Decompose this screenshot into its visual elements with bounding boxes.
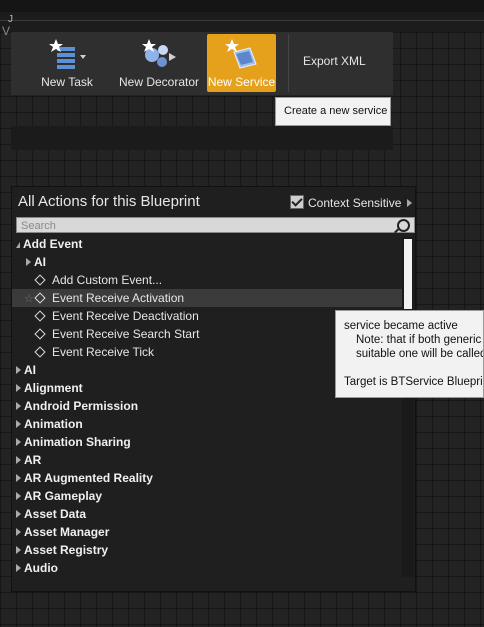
expand-right-icon[interactable] <box>26 258 31 266</box>
context-sensitive-toggle[interactable]: Context Sensitive <box>290 195 413 210</box>
search-box <box>16 217 415 233</box>
search-icon[interactable] <box>397 219 410 232</box>
expand-down-icon[interactable] <box>16 242 20 248</box>
new-task-label: New Task <box>41 75 93 89</box>
tooltip-line-4: Target is BTService Blueprint <box>344 376 484 388</box>
item-label: Event Receive Tick <box>52 345 155 359</box>
graph-header <box>0 12 484 32</box>
scrollbar-thumb[interactable] <box>404 239 412 309</box>
new-decorator-label: New Decorator <box>118 75 200 89</box>
item-label: Asset Data <box>24 507 87 521</box>
item-label: AR <box>24 453 42 467</box>
new-service-button[interactable]: New Service <box>207 34 276 92</box>
expand-right-icon[interactable] <box>16 492 21 500</box>
event-function-icon <box>34 328 46 340</box>
search-input[interactable] <box>17 219 391 233</box>
item-label: AR Augmented Reality <box>24 471 153 485</box>
event-tooltip: service became active Note: that if both… <box>335 310 484 398</box>
category-item[interactable]: Animation Sharing <box>12 433 400 451</box>
category-item[interactable]: AR Gameplay <box>12 487 400 505</box>
item-label: Event Receive Search Start <box>52 327 200 341</box>
expand-right-icon[interactable] <box>16 546 21 554</box>
category-item[interactable]: Android Permission <box>12 397 400 415</box>
expand-right-icon[interactable] <box>16 564 21 572</box>
category-item[interactable]: AI <box>12 253 410 271</box>
new-task-button[interactable]: New Task <box>36 34 98 92</box>
item-label: Event Receive Deactivation <box>52 309 199 323</box>
category-item[interactable]: Audio <box>12 559 400 577</box>
item-label: Add Custom Event... <box>52 273 163 287</box>
item-label: AI <box>24 363 36 377</box>
event-function-icon <box>34 310 46 322</box>
export-xml-button[interactable]: Export XML <box>303 54 366 68</box>
expand-right-icon[interactable] <box>16 438 21 446</box>
expand-right-icon[interactable] <box>16 402 21 410</box>
item-label: Animation Sharing <box>24 435 131 449</box>
item-label: Asset Registry <box>24 543 109 557</box>
tooltip-line-2: Note: that if both generic <box>356 334 482 346</box>
context-sensitive-checkbox[interactable] <box>290 195 304 209</box>
details-panel-strip <box>11 126 393 150</box>
event-function-icon <box>34 346 46 358</box>
item-label: AI <box>34 255 46 269</box>
item-label: Alignment <box>24 381 83 395</box>
expand-right-icon[interactable] <box>16 474 21 482</box>
expand-right-icon[interactable] <box>16 456 21 464</box>
corner-label-2: V <box>2 24 11 38</box>
category-item[interactable]: AR Augmented Reality <box>12 469 400 487</box>
tooltip-line-1: service became active <box>344 320 458 332</box>
event-function-icon <box>34 292 46 304</box>
tooltip-line-3: suitable one will be called <box>356 348 484 360</box>
category-item[interactable]: Asset Registry <box>12 541 400 559</box>
context-sensitive-label: Context Sensitive <box>308 196 402 210</box>
item-label: Audio <box>24 561 58 575</box>
item-label: Android Permission <box>24 399 139 413</box>
new-service-icon <box>224 39 257 69</box>
category-item[interactable]: Asset Manager <box>12 523 400 541</box>
expand-right-icon[interactable] <box>16 384 21 392</box>
action-item[interactable]: ☆ Event Receive Activation <box>12 289 408 307</box>
category-item[interactable]: AR <box>12 451 400 469</box>
new-decorator-button[interactable]: New Decorator <box>116 34 202 92</box>
toolbar-divider <box>288 34 289 92</box>
new-service-label: New Service <box>207 75 276 89</box>
menu-title: All Actions for this Blueprint <box>18 193 200 210</box>
top-bar <box>0 0 484 12</box>
item-label: Asset Manager <box>24 525 110 539</box>
category-item[interactable]: Animation <box>12 415 400 433</box>
toolbar: New Task New Decorator New Service Expor… <box>11 32 393 96</box>
item-label: AR Gameplay <box>24 489 103 503</box>
new-decorator-icon <box>142 39 176 67</box>
expand-right-icon[interactable] <box>16 510 21 518</box>
new-service-tooltip: Create a new service <box>275 97 391 126</box>
category-item[interactable]: Asset Data <box>12 505 400 523</box>
new-task-icon <box>49 39 86 69</box>
expand-right-icon[interactable] <box>16 420 21 428</box>
category-item[interactable]: Add Event <box>12 235 400 253</box>
chevron-right-icon[interactable] <box>407 199 413 207</box>
expand-right-icon[interactable] <box>16 528 21 536</box>
item-label: Add Event <box>23 237 83 251</box>
item-label: Event Receive Activation <box>52 291 185 305</box>
item-label: Animation <box>24 417 83 431</box>
action-item[interactable]: Add Custom Event... <box>12 271 408 289</box>
favorite-star-icon[interactable]: ☆ <box>24 290 36 308</box>
event-function-icon <box>34 274 46 286</box>
expand-right-icon[interactable] <box>16 366 21 374</box>
